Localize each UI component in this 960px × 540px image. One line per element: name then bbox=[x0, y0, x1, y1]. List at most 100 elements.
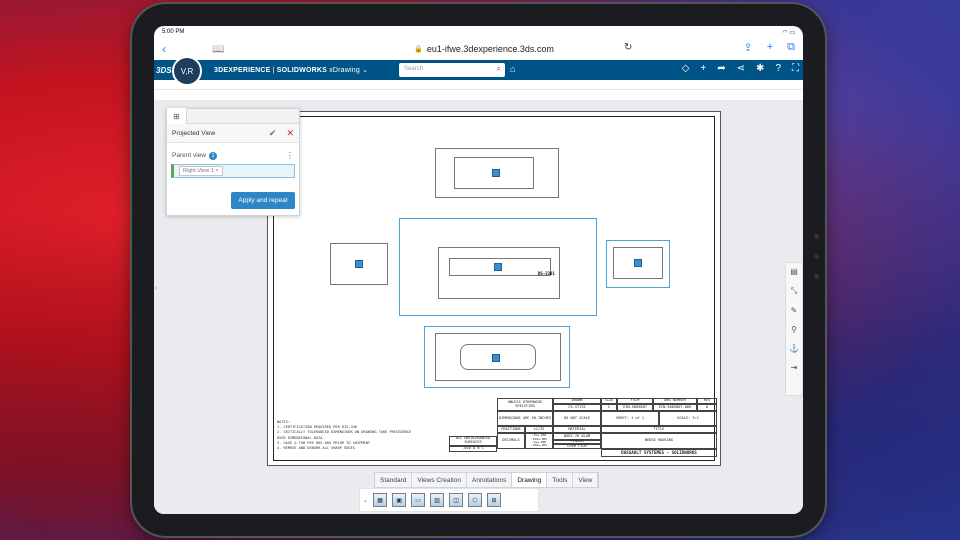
brand-name: 3DEXPERIENCE bbox=[214, 67, 271, 74]
browser-toolbar: ‹ 📖 🔒 eu1-ifwe.3dexperience.3ds.com ↻ ⇪ … bbox=[154, 38, 803, 60]
parent-view-field[interactable]: Right View 1 × bbox=[171, 164, 295, 178]
panel-header: Projected View ✔ ✕ bbox=[167, 124, 299, 143]
tab-view[interactable]: View bbox=[573, 473, 599, 487]
bookmarks-icon[interactable]: 📖 bbox=[212, 44, 224, 55]
social-share-icon[interactable]: ⋖ bbox=[737, 63, 745, 74]
reload-icon[interactable]: ↻ bbox=[624, 42, 632, 53]
dimension-icon[interactable]: ⤡ bbox=[791, 286, 797, 296]
tabs-icon[interactable]: ⧉ bbox=[787, 41, 795, 54]
add-icon[interactable]: + bbox=[700, 63, 706, 74]
isometric-view-icon[interactable]: ⬡ bbox=[468, 493, 483, 507]
new-tab-icon[interactable]: + bbox=[767, 41, 773, 54]
compass-label: V,R bbox=[180, 66, 194, 76]
product-name: SOLIDWORKS bbox=[276, 67, 328, 74]
anchor-icon[interactable]: ⚓ bbox=[789, 344, 799, 353]
tb-scale: SCALE: 3:2 bbox=[659, 411, 717, 426]
edit-icon[interactable]: ✎ bbox=[791, 306, 798, 315]
search-icon[interactable]: ⌕ bbox=[497, 64, 501, 74]
tab-standard[interactable]: Standard bbox=[375, 473, 413, 487]
tb-unless: UNLESS OTHERWISE SPECIFIED bbox=[497, 398, 553, 411]
panel-tabbar: ⊞ bbox=[167, 108, 299, 124]
tb-finish-val: CHEM FILM bbox=[553, 444, 601, 449]
tb-title-val: WEDGE HOUSING bbox=[601, 433, 717, 449]
tb-fscm-val: EIN-56D5807 bbox=[617, 404, 653, 411]
front-view[interactable]: DS-2301 bbox=[399, 218, 597, 316]
remove-chip-icon[interactable]: × bbox=[215, 168, 218, 174]
confirm-icon[interactable]: ✔ bbox=[269, 128, 277, 139]
screen: 5:00 PM ◠ ▭ ‹ 📖 🔒 eu1-ifwe.3dexperience.… bbox=[154, 26, 803, 514]
view-selector[interactable] bbox=[492, 169, 500, 177]
tb-surfaces: ALL UNTOLERANCED SURFACES bbox=[449, 436, 497, 446]
section-view-icon[interactable]: ▥ bbox=[430, 493, 445, 507]
tb-dwg-val: EIN-56D5807-066 bbox=[653, 404, 697, 411]
compass-icon[interactable]: V,R bbox=[172, 56, 202, 86]
tab-views-creation[interactable]: Views Creation bbox=[412, 473, 467, 487]
projected-view-icon[interactable]: ⊞ bbox=[167, 108, 187, 124]
share-icon[interactable]: ⇪ bbox=[743, 41, 752, 54]
right-toolbar: ▤ ⤡ ✎ ⚲ ⚓ ⇥ bbox=[785, 262, 803, 396]
auxiliary-view-icon[interactable]: ▭ bbox=[411, 493, 426, 507]
apply-and-repeat-button[interactable]: Apply and repeat bbox=[231, 192, 295, 209]
app-name: xDrawing bbox=[329, 67, 360, 74]
help-icon[interactable]: ? bbox=[775, 63, 781, 74]
ipad-frame: 5:00 PM ◠ ▭ ‹ 📖 🔒 eu1-ifwe.3dexperience.… bbox=[132, 4, 825, 536]
parent-view-chip[interactable]: Right View 1 × bbox=[179, 166, 223, 176]
bottom-view[interactable] bbox=[424, 326, 570, 388]
url-text: eu1-ifwe.3dexperience.3ds.com bbox=[426, 43, 554, 54]
expand-left-icon[interactable]: › bbox=[155, 285, 157, 292]
share-arrow-icon[interactable]: ➦ bbox=[717, 63, 725, 74]
tab-tools[interactable]: Tools bbox=[547, 473, 574, 487]
projected-view-icon[interactable]: ▣ bbox=[392, 493, 407, 507]
view-selector[interactable] bbox=[355, 260, 363, 268]
fullscreen-icon[interactable]: ⛶ bbox=[792, 63, 799, 74]
parent-count-badge: 1 bbox=[208, 151, 217, 160]
tb-company: DASSAULT SYSTEMES - SOLIDWORKS bbox=[601, 449, 717, 457]
standard-views-icon[interactable]: ⊞ bbox=[487, 493, 502, 507]
more-options-icon[interactable]: ⋮ bbox=[286, 151, 294, 160]
part-number-callout: DS-2301 bbox=[538, 271, 555, 276]
left-view[interactable] bbox=[330, 243, 388, 285]
drawing-canvas[interactable]: DS-2301 NOTES: 1. CERTIFICATION REQUIRED… bbox=[154, 100, 803, 514]
chevron-down-icon[interactable]: ⌄ bbox=[362, 67, 368, 74]
app-topbar: 3DS V,R 3DEXPERIENCE | SOLIDWORKS xDrawi… bbox=[154, 56, 803, 86]
tag-icon[interactable]: ⌂ bbox=[510, 64, 515, 74]
detail-view-icon[interactable]: ◫ bbox=[449, 493, 464, 507]
url-bar[interactable]: 🔒 eu1-ifwe.3dexperience.3ds.com bbox=[394, 41, 574, 56]
view-selector[interactable] bbox=[492, 354, 500, 362]
chevron-down-icon[interactable]: ⌄ bbox=[363, 497, 368, 504]
browser-actions: ⇪ + ⧉ bbox=[743, 41, 795, 54]
back-icon[interactable]: ‹ bbox=[162, 42, 202, 56]
drawing-notes: NOTES: 1. CERTIFICATION REQUIRED PER DIS… bbox=[277, 420, 411, 451]
tb-flat: .010 A B C bbox=[449, 446, 497, 452]
tb-fractions-val: ±1/32 bbox=[525, 426, 553, 433]
tab-annotations[interactable]: Annotations bbox=[467, 473, 513, 487]
parent-view-row: Parent view 1 ⋮ bbox=[167, 143, 299, 164]
top-actions: ◇ + ➦ ⋖ ✱ ? ⛶ bbox=[682, 63, 799, 74]
model-view-icon[interactable]: ▦ bbox=[373, 493, 388, 507]
tab-drawing[interactable]: Drawing bbox=[512, 473, 548, 487]
notification-icon[interactable]: ◇ bbox=[682, 63, 690, 74]
tb-decimals-val: .Xx±.030 .XXX±.005 .Xx±.006 .XXX±.003 bbox=[525, 433, 553, 449]
view-selector[interactable] bbox=[634, 259, 642, 267]
note-line: 4. REMOVE AND DEBURR ALL SHARP EDGES bbox=[277, 446, 355, 451]
tb-rev-val: A bbox=[697, 404, 717, 411]
app-subbar bbox=[154, 80, 803, 90]
lock-icon: 🔒 bbox=[414, 45, 423, 53]
projected-view-panel: ⊞ Projected View ✔ ✕ Parent view 1 ⋮ Rig… bbox=[166, 108, 300, 216]
panel-title: Projected View bbox=[172, 129, 216, 137]
tb-decimals: DECIMALS bbox=[497, 433, 525, 449]
clock: 5:00 PM bbox=[162, 29, 185, 35]
search-placeholder: Search bbox=[404, 66, 424, 72]
right-view[interactable] bbox=[606, 240, 670, 288]
tools-icon[interactable]: ✱ bbox=[756, 63, 764, 74]
sheet-icon[interactable]: ▤ bbox=[790, 267, 798, 276]
exit-icon[interactable]: ⇥ bbox=[791, 363, 798, 372]
tb-dims: DIMENSIONS ARE IN INCHES bbox=[497, 411, 553, 426]
wifi-icon: ◠ ▭ bbox=[782, 29, 795, 36]
app-title[interactable]: 3DEXPERIENCE | SOLIDWORKS xDrawing ⌄ bbox=[214, 66, 368, 74]
measure-icon[interactable]: ⚲ bbox=[791, 325, 797, 334]
view-selector[interactable] bbox=[494, 263, 502, 271]
search-input[interactable]: Search ⌕ bbox=[399, 63, 505, 77]
close-icon[interactable]: ✕ bbox=[286, 128, 294, 139]
top-view[interactable] bbox=[435, 148, 559, 198]
